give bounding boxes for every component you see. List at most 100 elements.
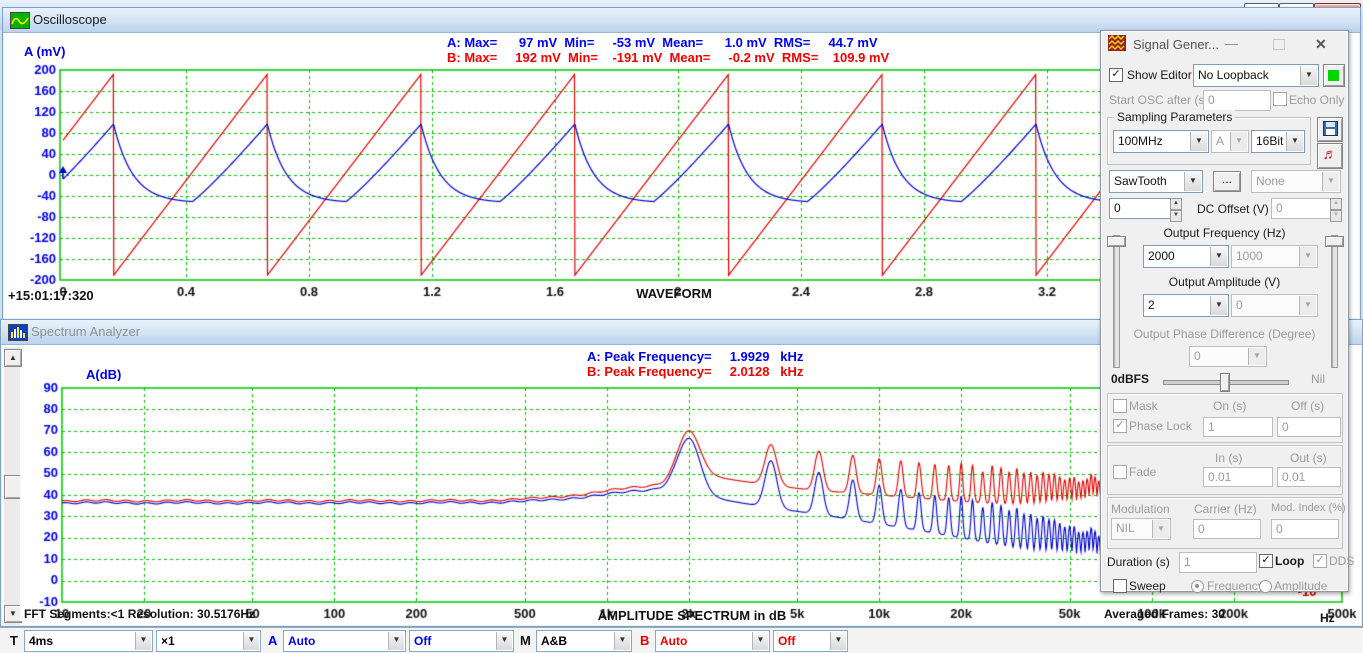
sampling-rate-select[interactable]: 100MHz ▼ [1113, 130, 1209, 153]
channel-b-level-slider-handle[interactable] [1325, 236, 1344, 247]
dropdown-icon: ▼ [1286, 132, 1303, 151]
hz-unit-label: Hz [1320, 611, 1335, 625]
floppy-disk-icon [1323, 121, 1338, 136]
spectrum-analyzer-icon [8, 324, 28, 341]
check-icon: ✓ [1115, 419, 1124, 431]
dropdown-icon: ▼ [614, 632, 630, 650]
loopback-select[interactable]: No Loopback ▼ [1193, 64, 1319, 87]
fade-out-input: 0.01 [1277, 467, 1341, 487]
spectrum-x-axis-label: AMPLITUDE SPECTRUM in dB [542, 608, 842, 623]
b-coupling-select[interactable]: Off▼ [773, 630, 848, 652]
music-note-button[interactable]: ♬ [1317, 143, 1343, 169]
dropdown-icon: ▼ [752, 632, 768, 650]
dropdown-icon: ▼ [1300, 66, 1317, 85]
dc-offset-a-spinner[interactable]: ▲▼ [1170, 198, 1182, 222]
channel-a-level-slider-track[interactable] [1113, 235, 1120, 368]
sampling-parameters-label: Sampling Parameters [1114, 110, 1235, 124]
sweep-checkbox[interactable] [1113, 579, 1127, 593]
channel-a-stats: A: Max= 97 mV Min= -53 mV Mean= 1.0 mV R… [447, 35, 878, 50]
ellipsis-icon: ... [1222, 172, 1232, 186]
mode-select[interactable]: A&B ▼ [536, 630, 632, 652]
a-coupling-select[interactable]: Off▼ [409, 630, 514, 652]
dds-checkbox: ✓ [1313, 554, 1327, 568]
averaged-frames-label: Averaged Frames: 30 [1104, 607, 1225, 621]
dropdown-icon: ▼ [1322, 172, 1339, 191]
fade-label: Fade [1129, 465, 1156, 479]
dropdown-icon: ▼ [830, 632, 846, 650]
dialog-maximize-icon [1273, 39, 1285, 50]
waveform-type-select[interactable]: SawTooth▼ [1109, 170, 1203, 193]
channel-a-level-slider-handle[interactable] [1107, 236, 1126, 247]
loop-checkbox[interactable]: ✓ [1259, 554, 1273, 568]
output-amplitude-label: Output Amplitude (V) [1101, 275, 1348, 289]
check-icon: ✓ [1315, 554, 1324, 566]
spinner-up-icon: ▲ [1330, 198, 1342, 210]
dropdown-icon: ▼ [1190, 132, 1207, 151]
b-trigger-value: Auto [660, 634, 687, 648]
frequency-radio [1191, 580, 1204, 593]
frequency-a-select[interactable]: 2000▼ [1143, 245, 1229, 268]
dialog-minimize-icon[interactable]: — [1225, 36, 1238, 51]
peak-frequency-a: A: Peak Frequency= 1.9929 kHz [587, 349, 803, 364]
channel-b-label: B [640, 633, 649, 648]
b-trigger-select[interactable]: Auto ▼ [655, 630, 770, 652]
amplitude-radio-label: Amplitude [1274, 579, 1327, 593]
amplitude-b-value: 0 [1236, 298, 1243, 312]
a-trigger-value: Auto [288, 634, 315, 648]
nil-label: Nil [1311, 372, 1325, 386]
modulation-value: NIL [1116, 521, 1135, 535]
channel-b-level-slider-track[interactable] [1331, 235, 1338, 368]
sampling-rate-value: 100MHz [1118, 134, 1163, 148]
waveform-y-axis-label: A (mV) [24, 44, 65, 59]
output-phase-label: Output Phase Difference (Degree) [1101, 327, 1348, 341]
in-label: In (s) [1215, 451, 1242, 465]
dropdown-icon: ▼ [135, 632, 151, 650]
mode-value: A&B [541, 634, 567, 648]
run-button[interactable] [1323, 64, 1345, 87]
spinner-down-icon: ▼ [1330, 210, 1342, 222]
dc-offset-a-input[interactable]: 0 [1109, 198, 1171, 219]
timebase-select[interactable]: 4ms▼ [24, 630, 153, 652]
music-note-icon: ♬ [1323, 146, 1338, 163]
spectrum-title: Spectrum Analyzer [31, 324, 140, 339]
dropdown-icon: ▼ [1230, 132, 1247, 151]
scroll-down-icon: ▼ [9, 609, 17, 618]
scroll-up-button[interactable]: ▲ [4, 349, 22, 367]
zoom-select[interactable]: ×1▼ [156, 630, 261, 652]
a-trigger-select[interactable]: Auto▼ [283, 630, 406, 652]
mod-index-label: Mod. Index (%) [1271, 502, 1346, 514]
spinner-up-icon: ▲ [1170, 198, 1182, 210]
show-editor-checkbox[interactable]: ✓ [1109, 68, 1123, 82]
save-button[interactable] [1317, 117, 1343, 142]
modulation-label: Modulation [1111, 502, 1170, 516]
dropdown-icon: ▼ [1299, 247, 1316, 266]
loopback-value: No Loopback [1198, 68, 1269, 82]
dc-offset-b-input: 0 [1271, 198, 1331, 219]
amplitude-radio [1259, 580, 1272, 593]
off-label: Off (s) [1291, 399, 1324, 413]
oscilloscope-title: Oscilloscope [33, 12, 107, 27]
oscilloscope-icon [10, 12, 30, 29]
more-options-button[interactable]: ... [1213, 171, 1241, 192]
duration-input: 1 [1179, 552, 1257, 573]
dbfs-slider-handle[interactable] [1220, 373, 1230, 392]
dialog-close-icon[interactable]: ✕ [1315, 36, 1327, 53]
show-editor-label: Show Editor [1127, 68, 1192, 82]
peak-frequency-b: B: Peak Frequency= 2.0128 kHz [587, 364, 803, 379]
spectrum-scrollbar: ▲ ▼ [4, 347, 20, 625]
amplitude-a-select[interactable]: 2▼ [1143, 294, 1229, 317]
signal-generator-icon [1108, 35, 1126, 51]
sampling-bits-select[interactable]: 16Bit▼ [1251, 130, 1305, 153]
timebase-t-label: T [10, 633, 18, 648]
mask-label: Mask [1129, 399, 1158, 413]
loop-label: Loop [1275, 554, 1304, 568]
sampling-channel-value: A [1216, 134, 1224, 148]
duration-label: Duration (s) [1107, 555, 1170, 569]
dropdown-icon: ▼ [1184, 172, 1201, 191]
bottom-toolbar: T 4ms▼ ×1▼ A Auto▼ Off▼ M A&B▼ B Auto▼ O… [0, 627, 1363, 653]
phase-select: 0▼ [1189, 346, 1267, 367]
run-green-icon [1328, 70, 1339, 81]
scroll-up-icon: ▲ [9, 353, 17, 362]
dds-label: DDS [1329, 554, 1354, 568]
frequency-b-select: 1000▼ [1231, 245, 1318, 268]
